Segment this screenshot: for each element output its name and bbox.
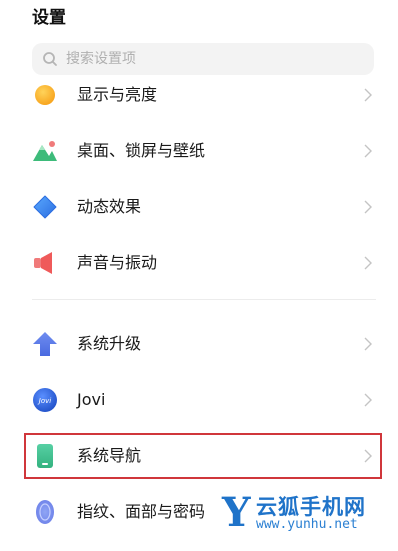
settings-item-label: 动态效果	[77, 197, 142, 216]
chevron-right-icon	[364, 88, 372, 102]
diamond-icon	[33, 195, 57, 219]
jovi-icon: Jovi	[33, 388, 57, 412]
settings-item-system-update[interactable]: 系统升级	[22, 322, 378, 366]
wallpaper-icon	[33, 141, 57, 161]
chevron-right-icon	[364, 144, 372, 158]
watermark-logo: Y	[222, 489, 251, 536]
page-title: 设置	[32, 8, 66, 28]
search-icon	[43, 52, 57, 66]
highlight-box	[24, 433, 382, 479]
arrow-up-icon	[33, 332, 57, 356]
watermark: Y 云狐手机网 www.yunhu.net	[212, 487, 398, 551]
search-input[interactable]	[66, 43, 356, 75]
section-divider	[32, 299, 376, 300]
chevron-right-icon	[364, 393, 372, 407]
watermark-url: www.yunhu.net	[256, 517, 358, 532]
settings-item-sound[interactable]: 声音与振动	[22, 241, 378, 285]
chevron-right-icon	[364, 256, 372, 270]
speaker-icon	[34, 252, 52, 274]
settings-item-label: 桌面、锁屏与壁纸	[77, 141, 206, 160]
settings-item-label: 显示与亮度	[77, 85, 158, 104]
search-bar[interactable]	[32, 43, 374, 75]
settings-item-label: 指纹、面部与密码	[77, 502, 206, 521]
chevron-right-icon	[364, 200, 372, 214]
settings-item-label: Jovi	[77, 390, 106, 409]
svg-text:Jovi: Jovi	[37, 397, 51, 405]
settings-item-animation[interactable]: 动态效果	[22, 185, 378, 229]
settings-item-label: 声音与振动	[77, 253, 158, 272]
settings-item-label: 系统升级	[77, 334, 142, 353]
settings-item-jovi[interactable]: Jovi Jovi	[22, 378, 378, 422]
chevron-right-icon	[364, 337, 372, 351]
settings-item-display[interactable]: 显示与亮度	[22, 73, 378, 117]
sun-icon	[35, 85, 55, 105]
settings-item-wallpaper[interactable]: 桌面、锁屏与壁纸	[22, 129, 378, 173]
fingerprint-icon	[36, 500, 54, 524]
